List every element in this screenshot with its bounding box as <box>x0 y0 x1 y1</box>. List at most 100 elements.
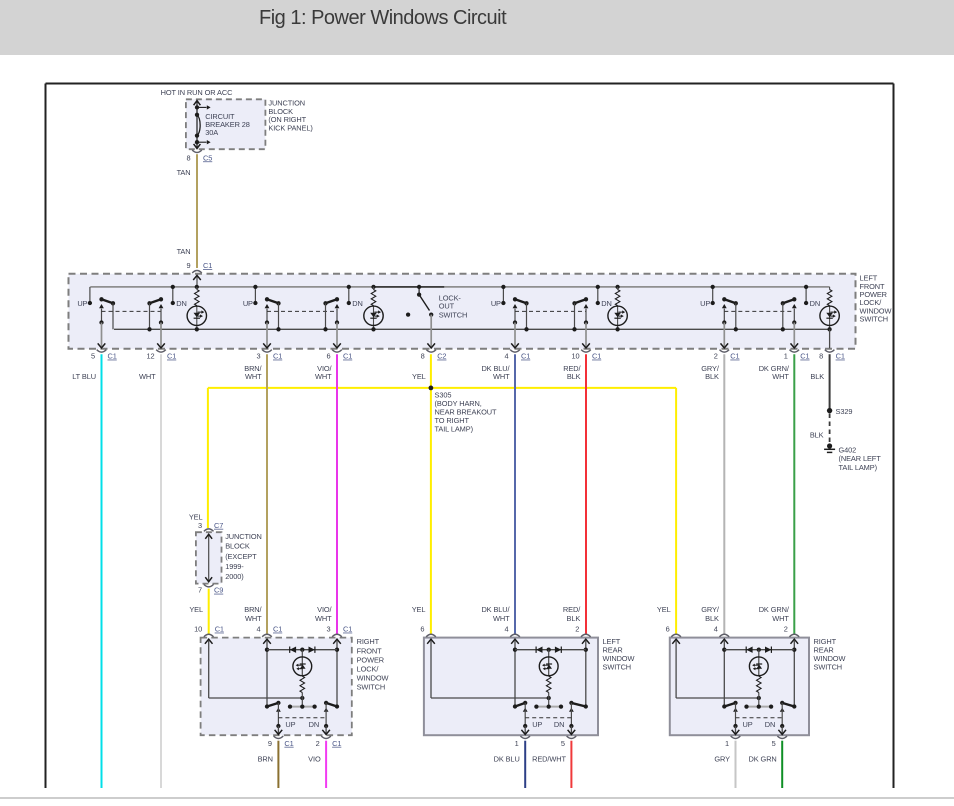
svg-text:8: 8 <box>421 352 425 361</box>
svg-text:2: 2 <box>784 625 788 634</box>
svg-text:BLK: BLK <box>567 372 581 381</box>
svg-text:(EXCEPT: (EXCEPT <box>225 552 257 561</box>
svg-text:HOT IN RUN OR ACC: HOT IN RUN OR ACC <box>161 88 233 97</box>
svg-text:SWITCH: SWITCH <box>603 662 632 671</box>
svg-text:1999-: 1999- <box>225 562 244 571</box>
svg-text:DK BLU: DK BLU <box>494 755 520 764</box>
svg-text:4: 4 <box>714 625 718 634</box>
svg-text:TAIL LAMP): TAIL LAMP) <box>435 424 473 433</box>
svg-text:C1: C1 <box>343 625 352 634</box>
svg-text:BLK: BLK <box>810 431 824 440</box>
svg-text:DN: DN <box>352 299 362 308</box>
svg-text:3: 3 <box>256 352 260 361</box>
svg-text:WHT: WHT <box>245 372 262 381</box>
svg-text:YEL: YEL <box>412 605 426 614</box>
svg-text:POWER: POWER <box>357 655 384 664</box>
svg-text:2: 2 <box>575 625 579 634</box>
svg-text:YEL: YEL <box>189 605 203 614</box>
svg-text:GRY: GRY <box>714 755 730 764</box>
svg-text:DN: DN <box>765 720 775 729</box>
svg-text:WHT: WHT <box>315 372 332 381</box>
svg-text:6: 6 <box>326 352 330 361</box>
svg-text:DK GRN: DK GRN <box>749 755 777 764</box>
svg-text:9: 9 <box>268 739 272 748</box>
svg-text:9: 9 <box>186 261 190 270</box>
svg-text:5: 5 <box>772 739 776 748</box>
svg-text:BLOCK: BLOCK <box>225 542 250 551</box>
svg-text:YEL: YEL <box>412 372 426 381</box>
svg-text:TAN: TAN <box>177 168 191 177</box>
svg-text:BLK: BLK <box>705 372 719 381</box>
svg-text:C1: C1 <box>273 352 282 361</box>
svg-text:WHT: WHT <box>245 614 262 623</box>
svg-text:WHT: WHT <box>315 614 332 623</box>
svg-text:3: 3 <box>326 625 330 634</box>
svg-text:DN: DN <box>554 720 564 729</box>
svg-text:RED/WHT: RED/WHT <box>532 755 566 764</box>
svg-text:SWITCH: SWITCH <box>357 683 386 692</box>
svg-text:C1: C1 <box>730 352 739 361</box>
svg-text:1: 1 <box>784 352 788 361</box>
svg-text:LT BLU: LT BLU <box>72 372 96 381</box>
svg-text:C1: C1 <box>592 352 601 361</box>
svg-text:S329: S329 <box>836 407 853 416</box>
svg-text:UP: UP <box>491 299 501 308</box>
svg-text:1: 1 <box>725 739 729 748</box>
svg-text:C9: C9 <box>214 586 223 595</box>
svg-text:2000): 2000) <box>225 572 243 581</box>
svg-text:BRN: BRN <box>258 755 273 764</box>
svg-text:C1: C1 <box>167 352 176 361</box>
svg-text:LOCK/: LOCK/ <box>357 665 380 674</box>
svg-text:8: 8 <box>186 153 190 162</box>
svg-text:C1: C1 <box>215 625 224 634</box>
svg-text:5: 5 <box>91 352 95 361</box>
svg-text:12: 12 <box>146 352 154 361</box>
svg-text:SWITCH: SWITCH <box>814 662 843 671</box>
svg-text:SWITCH: SWITCH <box>439 311 468 320</box>
svg-text:UP: UP <box>285 720 295 729</box>
svg-text:WHT: WHT <box>772 614 789 623</box>
svg-text:WHT: WHT <box>493 614 510 623</box>
svg-text:C1: C1 <box>521 352 530 361</box>
svg-text:C7: C7 <box>214 521 223 530</box>
svg-text:6: 6 <box>420 625 424 634</box>
svg-text:4: 4 <box>256 625 260 634</box>
svg-text:TAN: TAN <box>177 247 191 256</box>
svg-text:C1: C1 <box>203 261 212 270</box>
svg-text:VIO: VIO <box>308 755 321 764</box>
svg-text:10: 10 <box>194 625 202 634</box>
svg-text:UP: UP <box>700 299 710 308</box>
svg-text:WHT: WHT <box>772 372 789 381</box>
svg-text:JUNCTION: JUNCTION <box>225 532 262 541</box>
svg-text:BLK: BLK <box>705 614 719 623</box>
svg-text:C1: C1 <box>343 352 352 361</box>
svg-text:1: 1 <box>515 739 519 748</box>
svg-text:FRONT: FRONT <box>357 646 383 655</box>
svg-text:6: 6 <box>666 625 670 634</box>
svg-text:KICK PANEL): KICK PANEL) <box>268 123 312 132</box>
svg-text:C1: C1 <box>800 352 809 361</box>
svg-text:UP: UP <box>77 299 87 308</box>
svg-text:7: 7 <box>198 586 202 595</box>
svg-text:5: 5 <box>561 739 565 748</box>
svg-text:WHT: WHT <box>139 372 156 381</box>
svg-text:C1: C1 <box>284 739 293 748</box>
svg-text:10: 10 <box>571 352 579 361</box>
svg-text:UP: UP <box>243 299 253 308</box>
svg-text:BLK: BLK <box>810 372 824 381</box>
svg-text:DN: DN <box>309 720 319 729</box>
svg-text:DN: DN <box>176 299 186 308</box>
svg-text:SWITCH: SWITCH <box>860 315 889 324</box>
svg-text:C1: C1 <box>108 352 117 361</box>
svg-text:DN: DN <box>601 299 611 308</box>
svg-text:2: 2 <box>714 352 718 361</box>
svg-text:YEL: YEL <box>657 605 671 614</box>
svg-text:C2: C2 <box>437 352 446 361</box>
svg-text:UP: UP <box>532 720 542 729</box>
svg-text:WHT: WHT <box>493 372 510 381</box>
svg-text:C1: C1 <box>836 352 845 361</box>
svg-text:C1: C1 <box>273 625 282 634</box>
svg-text:UP: UP <box>743 720 753 729</box>
svg-text:30A: 30A <box>205 128 218 137</box>
svg-text:4: 4 <box>504 625 508 634</box>
